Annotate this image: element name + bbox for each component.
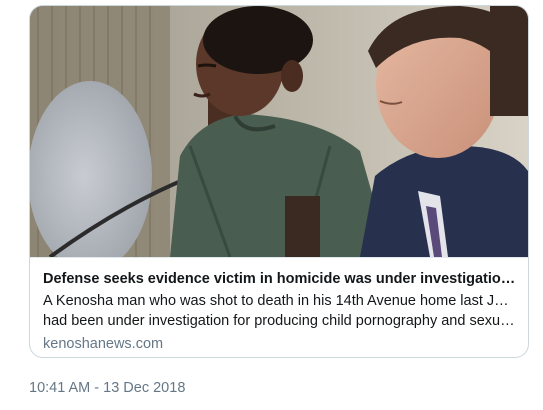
link-preview-text: Defense seeks evidence victim in homicid… — [30, 257, 528, 354]
article-title[interactable]: Defense seeks evidence victim in homicid… — [43, 269, 516, 289]
article-thumbnail-image[interactable] — [30, 6, 528, 257]
article-description: A Kenosha man who was shot to death in h… — [43, 291, 516, 331]
courtroom-photo — [30, 6, 528, 257]
article-description-line-2: had been under investigation for produci… — [43, 313, 516, 329]
tweet-detail: Defense seeks evidence victim in homicid… — [0, 0, 543, 410]
article-description-line-1: A Kenosha man who was shot to death in h… — [43, 293, 516, 309]
link-preview-card[interactable]: Defense seeks evidence victim in homicid… — [29, 5, 529, 358]
article-domain[interactable]: kenoshanews.com — [43, 334, 516, 354]
tweet-timestamp[interactable]: 10:41 AM - 13 Dec 2018 — [29, 378, 185, 398]
